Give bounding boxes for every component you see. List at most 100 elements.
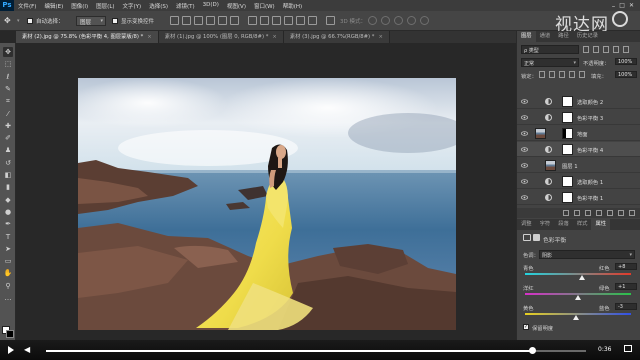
auto-align-icon[interactable] <box>326 16 335 25</box>
history-brush-icon[interactable]: ↺ <box>3 158 13 168</box>
brush-tool-icon[interactable]: ✐ <box>3 133 13 143</box>
path-select-icon[interactable]: ➤ <box>3 244 13 254</box>
properties-tab-3[interactable]: 样式 <box>573 219 592 230</box>
properties-tab-4[interactable]: 属性 <box>591 219 611 230</box>
eye-icon[interactable] <box>521 98 528 105</box>
layer-mask-thumbnail[interactable] <box>562 112 573 123</box>
menu-item[interactable]: 图层(L) <box>92 2 118 10</box>
layer-mask-thumbnail[interactable] <box>562 176 573 187</box>
layer-row[interactable]: 色彩平衡 1 <box>517 190 640 205</box>
shape-filter-icon[interactable] <box>613 46 619 53</box>
hand-tool-icon[interactable]: ✋ <box>3 268 13 278</box>
panel-tab-0[interactable]: 图层 <box>517 31 536 42</box>
eye-icon[interactable] <box>521 178 528 185</box>
layer-row[interactable]: 选取颜色 2 <box>517 94 640 109</box>
lock-all-icon[interactable] <box>579 71 585 78</box>
align-bottom-icon[interactable] <box>194 16 203 25</box>
lock-artboard-icon[interactable] <box>569 71 575 78</box>
document-tab[interactable]: 素材 (1).jpg @ 100% (图层 0, RGB/8#) * × <box>158 31 284 43</box>
slider-value-input[interactable]: -3 <box>615 303 637 310</box>
marquee-tool-icon[interactable]: ⬚ <box>3 59 13 69</box>
layer-mask-thumbnail[interactable] <box>562 144 573 155</box>
zoom-tool-icon[interactable]: ⚲ <box>3 281 13 291</box>
opacity-input[interactable]: 100% <box>615 58 637 65</box>
slider-handle[interactable] <box>572 315 579 320</box>
menu-item[interactable]: 窗口(W) <box>250 2 279 10</box>
play-icon[interactable] <box>8 346 14 354</box>
move-tool-icon[interactable]: ✥ <box>3 47 13 57</box>
layer-filter-dropdown[interactable]: ρ 类型 <box>521 45 579 54</box>
layer-row[interactable]: 色彩平衡 3 <box>517 110 640 125</box>
menu-item[interactable]: 编辑(E) <box>40 2 67 10</box>
align-vcenter-icon[interactable] <box>182 16 191 25</box>
dodge-tool-icon[interactable]: ● <box>3 207 13 217</box>
eraser-tool-icon[interactable]: ◧ <box>3 170 13 180</box>
layer-mask-thumbnail[interactable] <box>562 192 573 203</box>
add-mask-icon[interactable] <box>585 210 591 216</box>
close-icon[interactable]: × <box>272 34 276 40</box>
menu-item[interactable]: 图像(I) <box>67 2 92 10</box>
3d-pan-icon[interactable] <box>394 16 403 25</box>
eye-icon[interactable] <box>521 194 528 201</box>
new-layer-icon[interactable] <box>618 210 624 216</box>
more-tools-icon[interactable]: … <box>3 293 13 303</box>
preserve-luminosity-checkbox[interactable]: ✓ <box>523 324 529 330</box>
slider-track[interactable] <box>525 273 631 275</box>
menu-item[interactable]: 滤镜(T) <box>172 2 199 10</box>
lasso-tool-icon[interactable]: ℓ <box>3 72 13 82</box>
properties-tab-1[interactable]: 字符 <box>536 219 555 230</box>
fx-icon[interactable] <box>574 210 580 216</box>
layer-mask-thumbnail[interactable] <box>562 128 573 139</box>
quick-select-tool-icon[interactable]: ✎ <box>3 84 13 94</box>
close-icon[interactable]: × <box>147 34 151 40</box>
gradient-tool-icon[interactable]: ▮ <box>3 182 13 192</box>
eye-icon[interactable] <box>521 162 528 169</box>
blend-mode-dropdown[interactable]: 正常 ▾ <box>521 58 579 67</box>
slider-value-input[interactable]: +8 <box>615 263 637 270</box>
fill-input[interactable]: 100% <box>615 71 637 78</box>
move-tool-icon[interactable]: ✥ <box>4 16 14 26</box>
distribute-right-icon[interactable] <box>308 16 317 25</box>
document-image[interactable] <box>78 78 456 330</box>
align-top-icon[interactable] <box>170 16 179 25</box>
close-icon[interactable]: × <box>378 34 382 40</box>
3d-scale-icon[interactable] <box>420 16 429 25</box>
tool-preset-chevron-icon[interactable]: ▾ <box>17 18 20 24</box>
layer-thumbnail[interactable] <box>545 160 556 171</box>
layer-row[interactable]: 地面 <box>517 126 640 141</box>
slider-value-input[interactable]: +1 <box>615 283 637 290</box>
volume-icon[interactable]: ◀ <box>24 345 30 354</box>
link-layers-icon[interactable] <box>563 210 569 216</box>
3d-roll-icon[interactable] <box>381 16 390 25</box>
properties-tab-0[interactable]: 调整 <box>517 219 536 230</box>
distribute-bottom-icon[interactable] <box>272 16 281 25</box>
layer-row[interactable]: 色彩平衡 4 <box>517 142 640 157</box>
eye-icon[interactable] <box>521 130 528 137</box>
progress-handle[interactable] <box>529 347 536 354</box>
fullscreen-icon[interactable] <box>624 345 632 352</box>
eye-icon[interactable] <box>521 146 528 153</box>
type-filter-icon[interactable] <box>603 46 609 53</box>
properties-tab-2[interactable]: 段落 <box>554 219 573 230</box>
align-right-icon[interactable] <box>230 16 239 25</box>
lock-position-icon[interactable] <box>559 71 565 78</box>
type-tool-icon[interactable]: T <box>3 232 13 242</box>
slider-handle[interactable] <box>579 275 586 280</box>
healing-brush-icon[interactable]: ✚ <box>3 121 13 131</box>
panel-tab-3[interactable]: 历史记录 <box>573 31 602 42</box>
layer-row[interactable]: 选取颜色 1 <box>517 174 640 189</box>
tone-dropdown[interactable]: 阴影 ▾ <box>539 250 635 259</box>
background-color-swatch[interactable] <box>6 330 14 338</box>
distribute-hcenter-icon[interactable] <box>296 16 305 25</box>
panel-tab-2[interactable]: 路径 <box>554 31 573 42</box>
crop-tool-icon[interactable]: ⌗ <box>3 96 13 106</box>
menu-item[interactable]: 文字(Y) <box>119 2 146 10</box>
distribute-top-icon[interactable] <box>248 16 257 25</box>
slider-handle[interactable] <box>575 295 581 300</box>
minimize-icon[interactable]: – <box>612 2 616 10</box>
lock-pixels-icon[interactable] <box>549 71 555 78</box>
menu-item[interactable]: 帮助(H) <box>279 2 306 10</box>
distribute-left-icon[interactable] <box>284 16 293 25</box>
delete-layer-icon[interactable] <box>629 210 635 216</box>
document-tab[interactable]: 素材 (2).jpg @ 75.8% (色彩平衡 4, 图层蒙版/8) * × <box>16 31 159 43</box>
